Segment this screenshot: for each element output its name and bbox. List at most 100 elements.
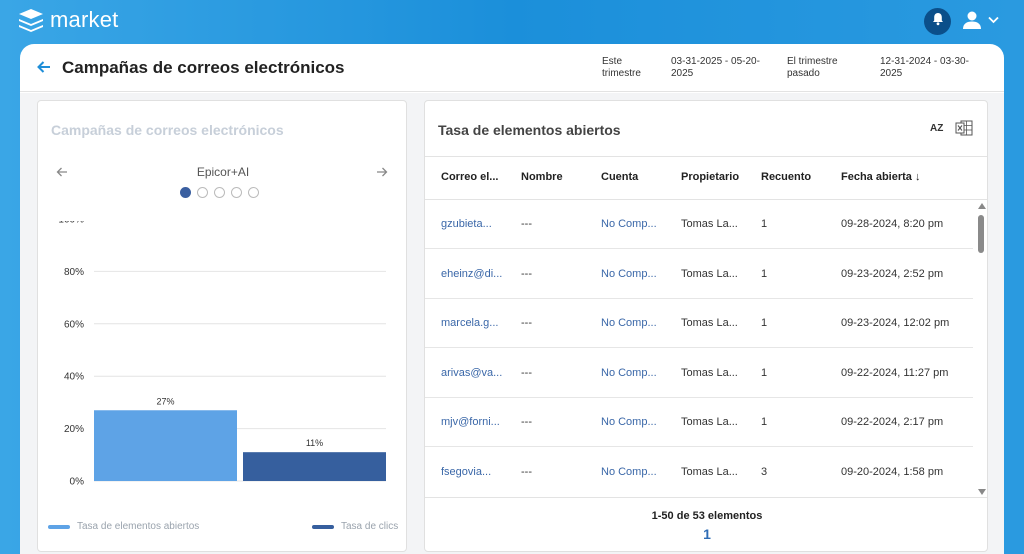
- column-header[interactable]: Fecha abierta ↓: [841, 171, 920, 183]
- table-row[interactable]: arivas@va... --- No Comp... Tomas La... 1 09-…: [425, 349, 973, 398]
- table-cell-link[interactable]: No Comp...: [601, 466, 657, 478]
- top-bar: market: [0, 0, 1024, 44]
- legend-item-clicks[interactable]: Tasa de clics: [312, 521, 398, 532]
- sort-az-icon[interactable]: AZ: [930, 123, 943, 134]
- excel-export-icon[interactable]: [955, 120, 973, 141]
- bar-1[interactable]: [243, 452, 386, 481]
- layers-icon: [18, 8, 44, 32]
- table-cell: 1: [761, 416, 768, 428]
- table-cell-link[interactable]: eheinz@di...: [441, 268, 502, 280]
- user-icon: [962, 10, 982, 30]
- y-tick-label: 0%: [70, 477, 85, 488]
- column-header[interactable]: Correo el...: [441, 171, 498, 183]
- table-cell: 1: [761, 218, 768, 230]
- table-cell: 3: [761, 465, 768, 478]
- table-cell: ---: [521, 218, 532, 230]
- scrollbar-thumb[interactable]: [978, 215, 984, 253]
- column-header[interactable]: Nombre: [521, 171, 563, 183]
- table-cell: Tomas La...: [681, 366, 738, 379]
- carousel-dot[interactable]: [197, 187, 208, 198]
- table-cell-link[interactable]: No Comp...: [601, 367, 657, 379]
- table-cell: Tomas La...: [681, 218, 738, 230]
- bell-icon: [931, 12, 945, 31]
- table-cell: 09-20-2024, 1:58 pm: [841, 465, 944, 478]
- column-header[interactable]: Propietario: [681, 171, 739, 183]
- table-header: Correo el... Nombre Cuenta Propietario Recue…: [425, 156, 987, 200]
- table-cell: 09-22-2024, 2:17 pm: [841, 416, 944, 428]
- table-cell: ---: [521, 416, 532, 428]
- period-range-previous[interactable]: 12-31-2024 - 03-30- 2025: [880, 56, 969, 80]
- table-cell-link[interactable]: arivas@va...: [441, 367, 502, 379]
- table-cell: ---: [521, 317, 532, 329]
- carousel-dot[interactable]: [214, 187, 225, 198]
- table-row[interactable]: fsegovia... --- No Comp... Tomas La... 3 09-2…: [425, 448, 973, 496]
- opened-items-panel: Tasa de elementos abiertos AZ Correo el.…: [424, 100, 988, 552]
- table-cell-link[interactable]: gzubieta...: [441, 218, 492, 230]
- pagination-page-number[interactable]: 1: [425, 526, 987, 542]
- campaign-chart-panel: Campañas de correos electrónicos Epicor+…: [37, 100, 407, 552]
- pagination-summary: 1-50 de 53 elementos: [651, 510, 763, 522]
- period-label-previous: El trimestre pasado: [787, 56, 838, 79]
- table-cell: Tomas La...: [681, 267, 738, 280]
- page-title: Campañas de correos electrónicos: [62, 58, 345, 77]
- y-tick-label: 100%: [58, 221, 84, 226]
- y-tick-label: 40%: [64, 372, 84, 383]
- chevron-down-icon: [988, 16, 999, 24]
- carousel-dot[interactable]: [231, 187, 242, 198]
- carousel-next-arrow-icon[interactable]: [376, 165, 388, 183]
- table-body: gzubieta... --- No Comp... Tomas La... 1 09-2…: [425, 200, 973, 495]
- table-pagination: 1-50 de 53 elementos 1: [425, 497, 987, 551]
- table-scrollbar[interactable]: [976, 200, 987, 496]
- bar-chart: 0% 20% 40% 60% 80% 100% 27% 11%: [58, 221, 386, 488]
- table-cell: 1: [761, 317, 768, 329]
- table-cell-link[interactable]: No Comp...: [601, 416, 657, 428]
- main-card: Campañas de correos electrónicos Este tr…: [20, 44, 1004, 554]
- table-cell-link[interactable]: marcela.g...: [441, 317, 498, 329]
- notifications-button[interactable]: [924, 8, 951, 35]
- table-cell: 09-22-2024, 11:27 pm: [841, 366, 949, 379]
- table-cell: ---: [521, 366, 532, 379]
- table-row[interactable]: marcela.g... --- No Comp... Tomas La... 1 09-…: [425, 299, 973, 348]
- table-cell: 1: [761, 267, 768, 280]
- legend-swatch: [312, 524, 334, 529]
- table-panel-title: Tasa de elementos abiertos: [438, 122, 621, 138]
- table-cell: ---: [521, 267, 532, 280]
- table-cell-link[interactable]: mjv@forni...: [441, 416, 500, 428]
- page-header: Campañas de correos electrónicos Este tr…: [20, 44, 1004, 92]
- table-row[interactable]: gzubieta... --- No Comp... Tomas La... 1 09-2…: [425, 200, 973, 249]
- carousel-dot[interactable]: [180, 187, 191, 198]
- table-cell-link[interactable]: No Comp...: [601, 218, 657, 230]
- scroll-up-arrow-icon[interactable]: [978, 203, 986, 209]
- table-row[interactable]: mjv@forni... --- No Comp... Tomas La... 1 09-…: [425, 398, 973, 447]
- period-range-current[interactable]: 03-31-2025 - 05-20- 2025: [671, 56, 760, 80]
- legend-label: Tasa de clics: [341, 521, 399, 532]
- carousel-label: Epicor+AI: [196, 165, 250, 179]
- table-cell: ---: [521, 465, 532, 478]
- column-header[interactable]: Cuenta: [601, 171, 638, 183]
- app-logo[interactable]: market: [18, 7, 118, 33]
- user-menu[interactable]: [962, 10, 999, 30]
- scroll-down-arrow-icon[interactable]: [978, 489, 986, 495]
- table-cell-link[interactable]: fsegovia...: [441, 466, 491, 478]
- period-label-current: Este trimestre: [602, 56, 641, 79]
- bar-0[interactable]: [94, 410, 237, 481]
- table-cell-link[interactable]: No Comp...: [601, 317, 657, 329]
- content-area: Campañas de correos electrónicos Epicor+…: [20, 93, 1004, 554]
- chart-panel-title: Campañas de correos electrónicos: [51, 122, 284, 138]
- table-cell: 09-23-2024, 2:52 pm: [841, 267, 944, 280]
- bar-data-label: 27%: [156, 396, 174, 406]
- y-tick-label: 20%: [64, 424, 84, 435]
- column-header[interactable]: Recuento: [761, 171, 811, 183]
- table-cell: 09-28-2024, 8:20 pm: [841, 218, 944, 230]
- table-cell: Tomas La...: [681, 317, 738, 329]
- legend-swatch: [48, 524, 70, 529]
- table-cell: 09-23-2024, 12:02 pm: [841, 317, 950, 329]
- back-arrow-icon[interactable]: [36, 59, 52, 80]
- carousel-dots: [180, 187, 259, 198]
- table-row[interactable]: eheinz@di... --- No Comp... Tomas La... 1 09-…: [425, 250, 973, 299]
- table-cell-link[interactable]: No Comp...: [601, 268, 657, 280]
- legend-item-opened[interactable]: Tasa de elementos abiertos: [48, 521, 199, 532]
- table-cell: 1: [761, 366, 768, 379]
- carousel-dot[interactable]: [248, 187, 259, 198]
- app-name: market: [50, 7, 119, 32]
